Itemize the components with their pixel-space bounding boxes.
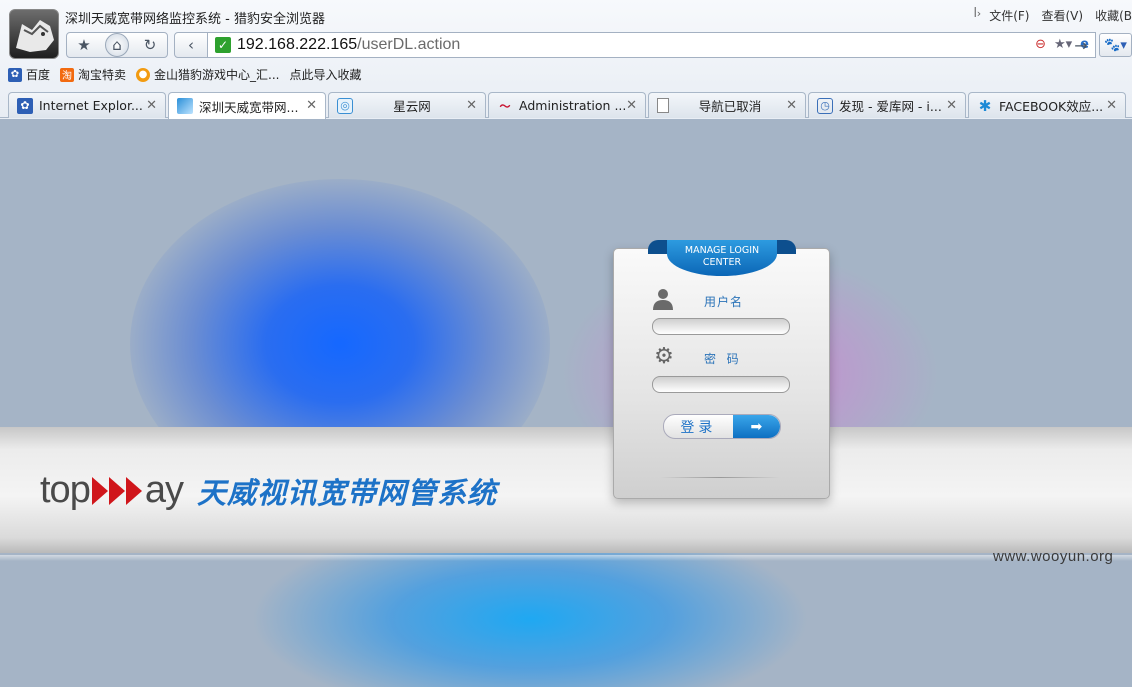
bookmark-game-center[interactable]: ● 金山猎豹游戏中心_汇...	[136, 66, 279, 83]
baidu-paw-icon: ✿	[8, 67, 22, 82]
close-icon[interactable]: ✕	[946, 98, 957, 113]
topway-icon	[177, 98, 193, 114]
close-icon[interactable]: ✕	[146, 98, 157, 113]
star-icon[interactable]: ★	[71, 33, 97, 57]
window-title: 深圳天威宽带网络监控系统 - 猎豹安全浏览器	[65, 12, 325, 27]
login-panel	[613, 248, 830, 499]
cheetah-logo-icon[interactable]	[9, 9, 59, 59]
band-reflection	[0, 555, 1132, 561]
refresh-icon[interactable]: ↻	[137, 33, 163, 57]
xingyun-icon: ◎	[337, 97, 353, 114]
arrow-right-icon: ➡	[732, 415, 780, 438]
page-content: top ay 天威视讯宽带网管系统	[0, 119, 1132, 687]
tab-strip: ✿ Internet Explor... ✕ 深圳天威宽带网... ✕ ◎ 星云…	[8, 92, 1126, 119]
menu-view[interactable]: 查看(V)	[1042, 7, 1084, 24]
go-arrow-icon[interactable]: →	[1066, 33, 1096, 57]
secure-check-icon: ✓	[215, 37, 231, 53]
close-icon[interactable]: ✕	[1106, 98, 1117, 113]
url-text[interactable]: 192.168.222.165/userDL.action	[237, 36, 460, 54]
username-label: 用户名	[704, 295, 744, 309]
blank-page-icon	[657, 98, 669, 113]
topway-logo: top ay 天威视讯宽带网管系统	[40, 469, 497, 511]
tab-internet-explorer[interactable]: ✿ Internet Explor... ✕	[8, 92, 166, 118]
block-icon[interactable]: ⊖	[1035, 37, 1046, 52]
system-name: 天威视讯宽带网管系统	[196, 475, 497, 510]
facebook-star-icon: ✱	[978, 96, 992, 115]
watermark: www.wooyun.org	[993, 548, 1114, 565]
back-button[interactable]: ‹	[174, 32, 208, 58]
kingsoft-game-icon: ●	[136, 67, 151, 82]
menu-file[interactable]: 文件(F)	[989, 7, 1029, 24]
gear-icon: ⚙	[654, 344, 674, 369]
nav-button-group: ★ ⌂ ↻	[66, 32, 168, 58]
tab-aiku[interactable]: ◷ 发现 - 爱库网 - i... ✕	[808, 92, 966, 118]
bookmark-import[interactable]: 点此导入收藏	[289, 66, 361, 83]
address-bar[interactable]: ✓ 192.168.222.165/userDL.action ⊖ ★▾ e	[208, 32, 1096, 58]
password-input[interactable]	[652, 376, 790, 393]
tab-topway[interactable]: 深圳天威宽带网... ✕	[168, 92, 326, 119]
username-input[interactable]	[652, 318, 790, 335]
login-button[interactable]: 登录 ➡	[663, 414, 781, 439]
tab-navigation-cancelled[interactable]: 导航已取消 ✕	[648, 92, 806, 118]
admin-swoosh-icon: 〜	[499, 99, 511, 113]
home-icon[interactable]: ⌂	[105, 33, 129, 57]
ribbon-fold	[648, 240, 668, 254]
bookmark-taobao[interactable]: 淘 淘宝特卖	[60, 66, 126, 83]
menu-bar: ꟾ› 文件(F) 查看(V) 收藏(B	[974, 7, 1132, 24]
close-icon[interactable]: ✕	[306, 98, 317, 113]
baidu-paw-icon: ✿	[17, 97, 33, 114]
browser-chrome: 深圳天威宽带网络监控系统 - 猎豹安全浏览器 ꟾ› 文件(F) 查看(V) 收藏…	[0, 0, 1132, 119]
search-engine-paw-icon[interactable]: 🐾▾	[1099, 33, 1132, 57]
close-icon[interactable]: ✕	[626, 98, 637, 113]
ribbon-fold	[776, 240, 796, 254]
close-icon[interactable]: ✕	[466, 98, 477, 113]
bookmark-baidu[interactable]: ✿ 百度	[8, 66, 50, 83]
tab-xingyun[interactable]: ◎ 星云网 ✕	[328, 92, 486, 118]
pin-icon[interactable]: ꟾ›	[974, 7, 982, 24]
taobao-icon: 淘	[60, 67, 75, 82]
tab-administration[interactable]: 〜 Administration ... ✕	[488, 92, 646, 118]
triple-arrow-icon	[91, 476, 143, 505]
user-icon	[651, 287, 675, 311]
close-icon[interactable]: ✕	[786, 98, 797, 113]
bookmark-bar: ✿ 百度 淘 淘宝特卖 ● 金山猎豹游戏中心_汇... 点此导入收藏	[8, 66, 362, 83]
aiku-icon: ◷	[817, 97, 833, 114]
chevron-left-icon: ‹	[188, 36, 194, 54]
password-label: 密 码	[704, 352, 740, 366]
panel-divider	[660, 477, 780, 478]
tab-facebook[interactable]: ✱ FACEBOOK效应... ✕	[968, 92, 1126, 118]
menu-favorites[interactable]: 收藏(B	[1095, 7, 1132, 24]
